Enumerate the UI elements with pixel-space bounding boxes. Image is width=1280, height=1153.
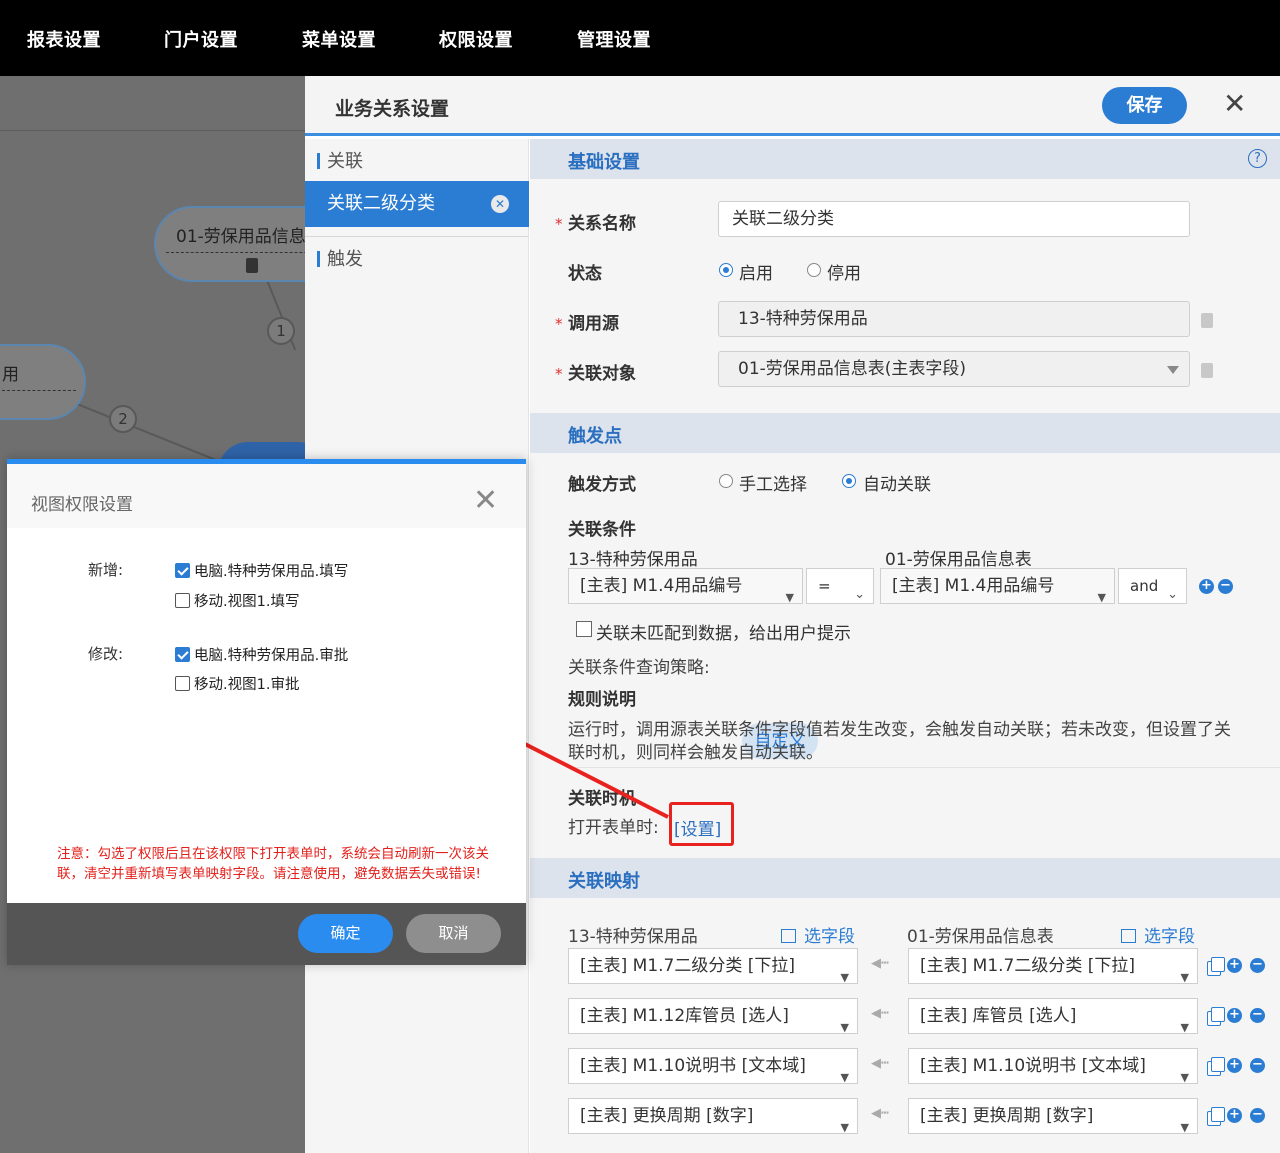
dialog-header: 视图权限设置 ✕ — [7, 464, 526, 528]
edit-pc-checkbox[interactable] — [175, 647, 190, 662]
dialog-title: 视图权限设置 — [31, 495, 133, 515]
add-permission-label: 新增: — [88, 561, 124, 579]
close-icon[interactable]: ✕ — [473, 486, 498, 516]
edit-mobile-option: 移动.视图1.审批 — [194, 677, 300, 693]
edit-mobile-checkbox[interactable] — [175, 676, 190, 691]
edit-pc-option: 电脑.特种劳保用品.审批 — [194, 648, 349, 664]
view-permission-dialog: 视图权限设置 ✕ 新增: 电脑.特种劳保用品.填写 移动.视图1.填写 修改: … — [7, 459, 526, 965]
confirm-button[interactable]: 确定 — [298, 914, 393, 953]
add-mobile-option: 移动.视图1.填写 — [194, 594, 300, 610]
edit-permission-label: 修改: — [88, 645, 124, 663]
warning-text: 注意：勾选了权限后且在该权限下打开表单时，系统会自动刷新一次该关联，清空并重新填… — [57, 846, 489, 882]
add-pc-checkbox[interactable] — [175, 563, 190, 578]
add-pc-option: 电脑.特种劳保用品.填写 — [194, 564, 349, 580]
add-mobile-checkbox[interactable] — [175, 593, 190, 608]
cancel-button[interactable]: 取消 — [406, 914, 501, 953]
